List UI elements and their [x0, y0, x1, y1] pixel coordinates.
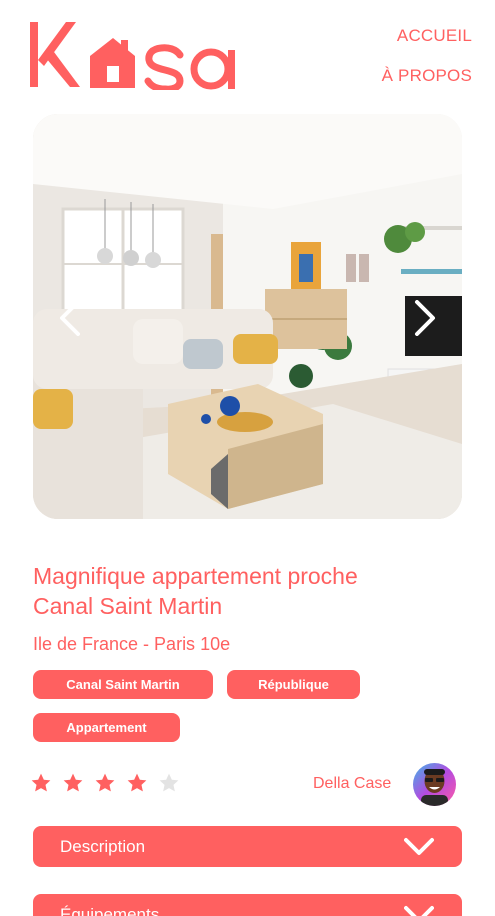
star-empty-icon: [159, 773, 179, 792]
chevron-down-icon: [404, 905, 434, 916]
star-filled-icon: [95, 773, 115, 792]
tag-republique: République: [227, 670, 360, 699]
kasa-logo[interactable]: [30, 18, 242, 90]
tag-appartement: Appartement: [33, 713, 180, 742]
equipements-collapse-header[interactable]: Équipements: [33, 894, 462, 916]
photo-carousel: [33, 114, 462, 519]
carousel-prev-button[interactable]: [50, 298, 90, 338]
listing-photo: [33, 114, 462, 519]
star-filled-icon: [127, 773, 147, 792]
main-nav: ACCUEIL À PROPOS: [382, 26, 472, 86]
equipements-collapse-label: Équipements: [60, 904, 160, 916]
carousel-next-button[interactable]: [405, 298, 445, 338]
star-filled-icon: [31, 773, 51, 792]
description-collapse-header[interactable]: Description: [33, 826, 462, 867]
listing-title: Magnifique appartement proche Canal Sain…: [33, 563, 358, 619]
tag-canal-saint-martin: Canal Saint Martin: [33, 670, 213, 699]
host-avatar: [413, 763, 456, 806]
description-collapse-label: Description: [60, 836, 146, 856]
host-name: Della Case: [313, 775, 392, 792]
nav-link-accueil[interactable]: ACCUEIL: [382, 26, 472, 46]
site-header: ACCUEIL À PROPOS: [0, 0, 495, 110]
star-filled-icon: [63, 773, 83, 792]
chevron-right-icon: [415, 300, 435, 336]
rating-stars: [30, 772, 180, 794]
chevron-down-icon: [404, 837, 434, 855]
chevron-left-icon: [60, 300, 80, 336]
listing-location: Ile de France - Paris 10e: [33, 634, 231, 654]
nav-link-a-propos[interactable]: À PROPOS: [382, 66, 472, 86]
